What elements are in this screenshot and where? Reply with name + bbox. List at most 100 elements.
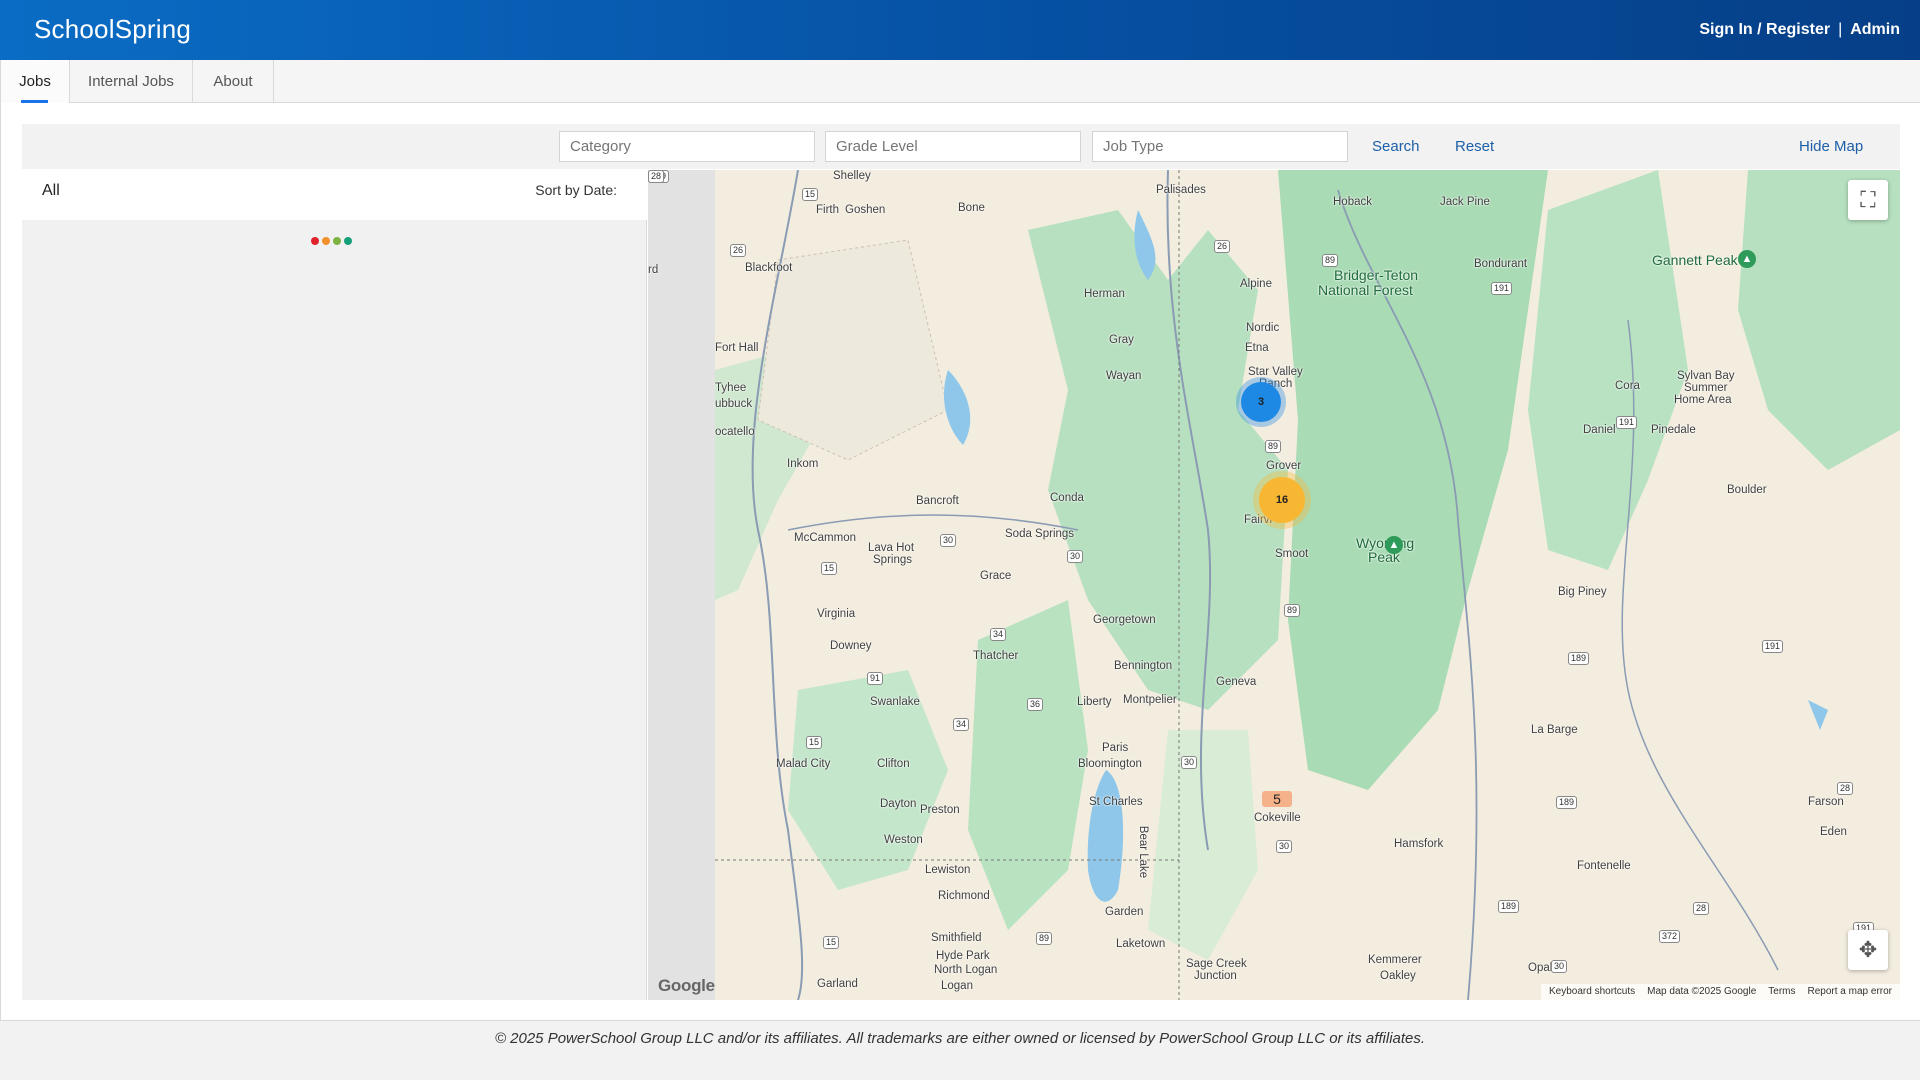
map-cluster-marker[interactable]: 5 bbox=[1262, 791, 1292, 807]
hide-map-button[interactable]: Hide Map bbox=[1799, 138, 1863, 155]
route-shield: 191 bbox=[1616, 416, 1638, 429]
map-cluster-marker[interactable]: 16 bbox=[1259, 477, 1305, 523]
route-shield: 89 bbox=[1322, 254, 1339, 267]
map-place-label: ocatello bbox=[715, 426, 755, 438]
map-place-label: Sylvan Bay bbox=[1677, 370, 1735, 382]
map-place-label: Alpine bbox=[1240, 278, 1272, 290]
map-place-label: Fontenelle bbox=[1577, 860, 1631, 872]
map-place-label: Garden bbox=[1105, 906, 1144, 918]
job-type-field[interactable] bbox=[1092, 131, 1348, 162]
map-place-label: Etna bbox=[1245, 342, 1269, 354]
route-shield: 30 bbox=[940, 534, 957, 547]
map-place-label: Hyde Park bbox=[936, 950, 990, 962]
loading-dot bbox=[333, 237, 341, 245]
reset-button[interactable]: Reset bbox=[1455, 138, 1494, 155]
tab-internal-jobs[interactable]: Internal Jobs bbox=[70, 60, 193, 103]
route-shield: 189 bbox=[1556, 796, 1578, 809]
route-shield: 191 bbox=[1491, 282, 1513, 295]
route-shield: 34 bbox=[990, 628, 1007, 641]
loading-dot bbox=[322, 237, 330, 245]
terms-link[interactable]: Terms bbox=[1768, 986, 1795, 998]
map-place-label: La Barge bbox=[1531, 724, 1578, 736]
map-place-label: Summer bbox=[1684, 382, 1728, 394]
map-cluster-marker[interactable]: 3 bbox=[1241, 382, 1281, 422]
map-place-label: Hoback bbox=[1333, 196, 1372, 208]
route-shield: 30 bbox=[1276, 840, 1293, 853]
header-separator: | bbox=[1838, 21, 1843, 38]
job-map[interactable]: Shelley Firth Goshen Bone Palisades Hoba… bbox=[648, 170, 1900, 1000]
map-place-label: Conda bbox=[1050, 492, 1084, 504]
route-shield: 26 bbox=[1214, 240, 1231, 253]
map-attribution: Keyboard shortcuts Map data ©2025 Google… bbox=[1540, 984, 1900, 1000]
grade-level-field[interactable] bbox=[825, 131, 1081, 162]
map-place-label: Star Valley bbox=[1248, 366, 1303, 378]
map-place-label: Pinedale bbox=[1651, 424, 1696, 436]
fullscreen-icon[interactable]: ⛶ bbox=[1848, 180, 1888, 220]
peak-marker-icon[interactable]: ▲ bbox=[1385, 536, 1403, 554]
map-place-label: Lava Hot bbox=[868, 542, 915, 554]
sort-by-date-label[interactable]: Sort by Date: bbox=[535, 182, 617, 198]
map-terrain bbox=[648, 170, 1900, 1000]
map-place-label: Malad City bbox=[776, 758, 831, 770]
map-place-label: North Logan bbox=[934, 964, 998, 976]
keyboard-shortcuts-link[interactable]: Keyboard shortcuts bbox=[1549, 986, 1635, 998]
map-place-label: Home Area bbox=[1674, 394, 1732, 406]
route-shield: 191 bbox=[1762, 640, 1784, 653]
map-place-label: Nordic bbox=[1246, 322, 1280, 334]
map-place-label: Eden bbox=[1820, 826, 1847, 838]
map-place-label: Tyhee bbox=[715, 382, 747, 394]
map-place-label: National Forest bbox=[1318, 282, 1413, 298]
tab-bar: Jobs Internal Jobs About bbox=[0, 60, 1920, 103]
brand-logo[interactable]: SchoolSpring bbox=[34, 14, 191, 45]
map-place-label: Farson bbox=[1808, 796, 1844, 808]
map-place-label: Bridger-Teton bbox=[1334, 267, 1419, 283]
map-place-label: Lewiston bbox=[925, 864, 971, 876]
map-place-label: Springs bbox=[873, 554, 912, 566]
route-shield: 36 bbox=[1027, 698, 1044, 711]
map-place-label: Opal bbox=[1528, 962, 1553, 974]
map-data-text: Map data ©2025 Google bbox=[1647, 986, 1757, 997]
route-shield: 89 bbox=[1284, 604, 1301, 617]
map-place-label: Cora bbox=[1615, 380, 1640, 392]
route-shield: 189 bbox=[1568, 652, 1590, 665]
route-shield: 28 bbox=[648, 170, 665, 183]
map-place-label: Bennington bbox=[1114, 660, 1173, 672]
route-shield: 15 bbox=[823, 936, 840, 949]
map-place-label: Clifton bbox=[877, 758, 910, 770]
map-place-label: Firth bbox=[816, 204, 839, 216]
route-shield: 15 bbox=[802, 188, 819, 201]
peak-marker-icon[interactable]: ▲ bbox=[1738, 250, 1756, 268]
search-button[interactable]: Search bbox=[1372, 138, 1420, 155]
map-place-label: Inkom bbox=[787, 458, 819, 470]
route-shield: 30 bbox=[1067, 550, 1084, 563]
route-shield: 89 bbox=[1265, 440, 1282, 453]
route-shield: 28 bbox=[1837, 782, 1854, 795]
map-pan-control-icon[interactable]: ✥ bbox=[1848, 930, 1888, 970]
map-place-label: Smithfield bbox=[931, 932, 982, 944]
map-place-label: rd bbox=[648, 264, 659, 276]
content-frame: Search Reset Hide Map All Sort by Date: bbox=[0, 103, 1920, 1021]
map-place-label: Georgetown bbox=[1093, 614, 1156, 626]
sign-in-register-link[interactable]: Sign In / Register bbox=[1699, 21, 1830, 39]
map-place-label: Grace bbox=[980, 570, 1012, 582]
map-place-label: Downey bbox=[830, 640, 872, 652]
map-place-label: Laketown bbox=[1116, 938, 1166, 950]
route-shield: 372 bbox=[1659, 930, 1681, 943]
map-place-label: Blackfoot bbox=[745, 262, 793, 274]
map-place-label: Junction bbox=[1194, 970, 1237, 982]
top-header: SchoolSpring Sign In / Register | Admin bbox=[0, 0, 1920, 60]
map-place-label: Fort Hall bbox=[715, 342, 759, 354]
search-bar: Search Reset Hide Map bbox=[22, 124, 1900, 169]
map-place-label: Bondurant bbox=[1474, 258, 1528, 270]
map-place-label: St Charles bbox=[1089, 796, 1143, 808]
map-place-label: Gray bbox=[1109, 334, 1134, 346]
admin-link[interactable]: Admin bbox=[1850, 21, 1900, 39]
map-place-label: Dayton bbox=[880, 798, 917, 810]
category-field[interactable] bbox=[559, 131, 815, 162]
tab-about[interactable]: About bbox=[193, 60, 274, 103]
filter-all-label[interactable]: All bbox=[42, 182, 60, 200]
loading-indicator bbox=[311, 237, 352, 245]
report-map-error-link[interactable]: Report a map error bbox=[1808, 986, 1892, 998]
tab-jobs[interactable]: Jobs bbox=[1, 60, 70, 103]
footer-copyright: © 2025 PowerSchool Group LLC and/or its … bbox=[494, 1030, 1426, 1047]
